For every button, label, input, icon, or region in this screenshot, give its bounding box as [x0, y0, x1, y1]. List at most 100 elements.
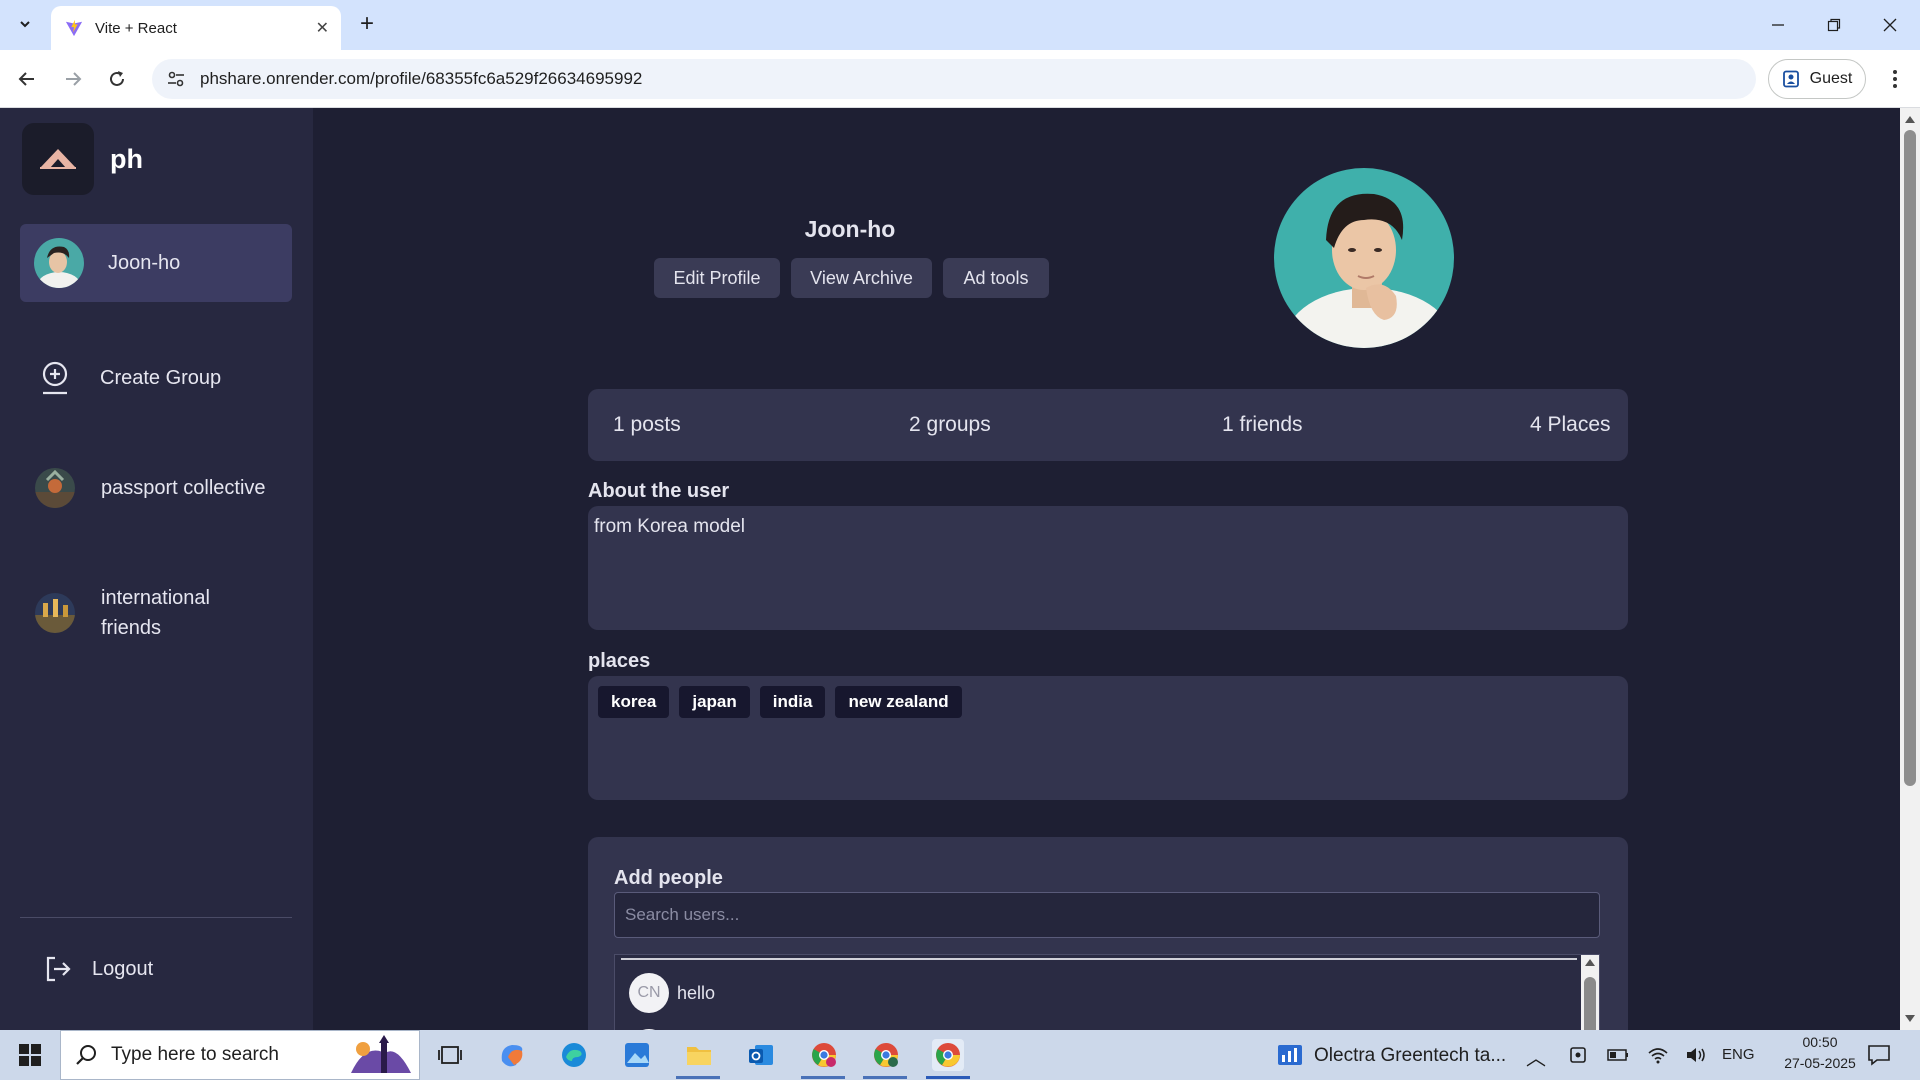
arrow-left-icon: [18, 72, 34, 86]
meet-now-icon[interactable]: [1562, 1039, 1594, 1071]
sidebar-item-profile[interactable]: Joon-ho: [20, 224, 292, 302]
reload-button[interactable]: [100, 62, 134, 96]
language-indicator[interactable]: ENG: [1722, 1046, 1755, 1063]
browser-toolbar: phshare.onrender.com/profile/68355fc6a52…: [0, 50, 1920, 108]
user-avatar: [34, 238, 84, 288]
chrome-icon: [936, 1043, 960, 1067]
volume-icon[interactable]: [1680, 1039, 1712, 1071]
places-count[interactable]: 4 Places: [1530, 413, 1611, 437]
tent-logo-icon: [40, 149, 76, 169]
sidebar-divider: [20, 917, 292, 918]
groups-count[interactable]: 2 groups: [909, 413, 991, 437]
chevron-up-icon[interactable]: ︿: [1526, 1042, 1546, 1071]
search-users-input[interactable]: [614, 892, 1600, 938]
new-tab-button[interactable]: +: [352, 9, 382, 39]
url-text: phshare.onrender.com/profile/68355fc6a52…: [200, 69, 643, 88]
group-name: passport collective: [101, 476, 266, 499]
back-button[interactable]: [10, 62, 44, 96]
minimize-icon: [1772, 24, 1784, 26]
person-icon: [1782, 70, 1799, 88]
news-widget-text[interactable]: Olectra Greentech ta...: [1314, 1045, 1506, 1067]
sidebar-item-group[interactable]: international friends: [20, 576, 292, 650]
page-scrollbar[interactable]: [1900, 108, 1920, 1030]
castle-widget-icon: [351, 1035, 411, 1073]
scroll-up-icon[interactable]: [1585, 959, 1595, 966]
search-results-list: CN hello: [614, 954, 1600, 1030]
forward-button[interactable]: [56, 62, 90, 96]
avatar: CN: [629, 973, 669, 1013]
sidebar-item-group[interactable]: passport collective: [20, 458, 292, 518]
results-scrollbar[interactable]: [1581, 955, 1599, 1030]
copilot-button[interactable]: [496, 1039, 528, 1071]
browser-tab-active[interactable]: Vite + React ✕: [51, 6, 341, 50]
minimize-button[interactable]: [1750, 0, 1806, 50]
outlook-icon: [749, 1045, 773, 1065]
site-settings-icon[interactable]: [166, 69, 186, 89]
edit-profile-button[interactable]: Edit Profile: [654, 258, 780, 298]
photos-icon: [625, 1043, 649, 1067]
scroll-down-icon[interactable]: [1905, 1015, 1915, 1022]
ad-tools-button[interactable]: Ad tools: [943, 258, 1049, 298]
edge-button[interactable]: [558, 1039, 590, 1071]
posts-count[interactable]: 1 posts: [613, 413, 681, 437]
place-tag: japan: [679, 686, 750, 718]
taskbar-active-indicator: [863, 1076, 907, 1079]
news-widget-icon[interactable]: [1274, 1039, 1306, 1071]
vite-favicon-icon: [65, 19, 83, 37]
stocks-icon: [1278, 1045, 1302, 1065]
guest-label: Guest: [1809, 70, 1853, 87]
more-vertical-icon: [1893, 70, 1897, 88]
taskbar-active-indicator: [801, 1076, 845, 1079]
taskbar: Type here to search Olectra Greentech ta…: [0, 1030, 1920, 1080]
results-divider: [621, 958, 1577, 960]
sidebar-item-create-group[interactable]: Create Group: [20, 348, 292, 408]
address-bar[interactable]: phshare.onrender.com/profile/68355fc6a52…: [152, 59, 1756, 99]
outlook-button[interactable]: [745, 1039, 777, 1071]
profile-name: Joon-ho: [804, 216, 896, 242]
browser-menu-button[interactable]: [1880, 63, 1910, 95]
places-label: places: [588, 650, 651, 672]
web-page: ph Joon-ho Create Group passport collect…: [0, 108, 1900, 1030]
tab-search-dropdown[interactable]: [10, 9, 40, 39]
profile-stats: 1 posts 2 groups 1 friends 4 Places: [588, 389, 1628, 461]
add-people-panel: Add people CN hello: [588, 837, 1628, 1030]
taskbar-active-indicator: [926, 1076, 970, 1079]
app-logo[interactable]: [22, 123, 94, 195]
friends-count[interactable]: 1 friends: [1222, 413, 1303, 437]
start-button[interactable]: [14, 1039, 46, 1071]
list-item[interactable]: CN hello: [629, 973, 715, 1013]
windows-logo-icon: [19, 1044, 41, 1066]
photos-button[interactable]: [621, 1039, 653, 1071]
scroll-up-icon[interactable]: [1905, 116, 1915, 123]
brand-name: ph: [110, 144, 143, 174]
file-explorer-button[interactable]: [683, 1039, 715, 1071]
chrome-profile-button[interactable]: [870, 1039, 902, 1071]
edge-icon: [562, 1043, 586, 1067]
result-name: hello: [677, 982, 716, 1003]
about-label: About the user: [588, 480, 730, 502]
notifications-button[interactable]: [1863, 1039, 1895, 1071]
chevron-down-icon: [20, 21, 30, 28]
close-window-button[interactable]: [1862, 0, 1918, 50]
close-tab-icon[interactable]: ✕: [316, 18, 329, 38]
close-icon: [1883, 18, 1897, 32]
wifi-icon[interactable]: [1642, 1039, 1674, 1071]
restore-button[interactable]: [1806, 0, 1862, 50]
battery-icon[interactable]: [1602, 1039, 1634, 1071]
view-archive-button[interactable]: View Archive: [791, 258, 932, 298]
places-panel: korea japan india new zealand: [588, 676, 1628, 800]
chrome-profile-button[interactable]: [808, 1039, 840, 1071]
task-view-button[interactable]: [434, 1039, 466, 1071]
scrollbar-thumb[interactable]: [1904, 130, 1916, 786]
group-avatar: [35, 593, 75, 633]
place-tag: new zealand: [835, 686, 962, 718]
clock-date[interactable]: 27-05-2025: [1780, 1055, 1860, 1071]
taskbar-search[interactable]: Type here to search: [60, 1030, 420, 1080]
chrome-button[interactable]: [932, 1039, 964, 1071]
logout-button[interactable]: Logout: [20, 944, 292, 994]
arrow-right-icon: [66, 72, 82, 86]
clock-time[interactable]: 00:50: [1780, 1034, 1860, 1050]
scrollbar-thumb[interactable]: [1584, 977, 1596, 1030]
taskbar-active-indicator: [676, 1076, 720, 1079]
guest-profile-button[interactable]: Guest: [1768, 59, 1866, 99]
